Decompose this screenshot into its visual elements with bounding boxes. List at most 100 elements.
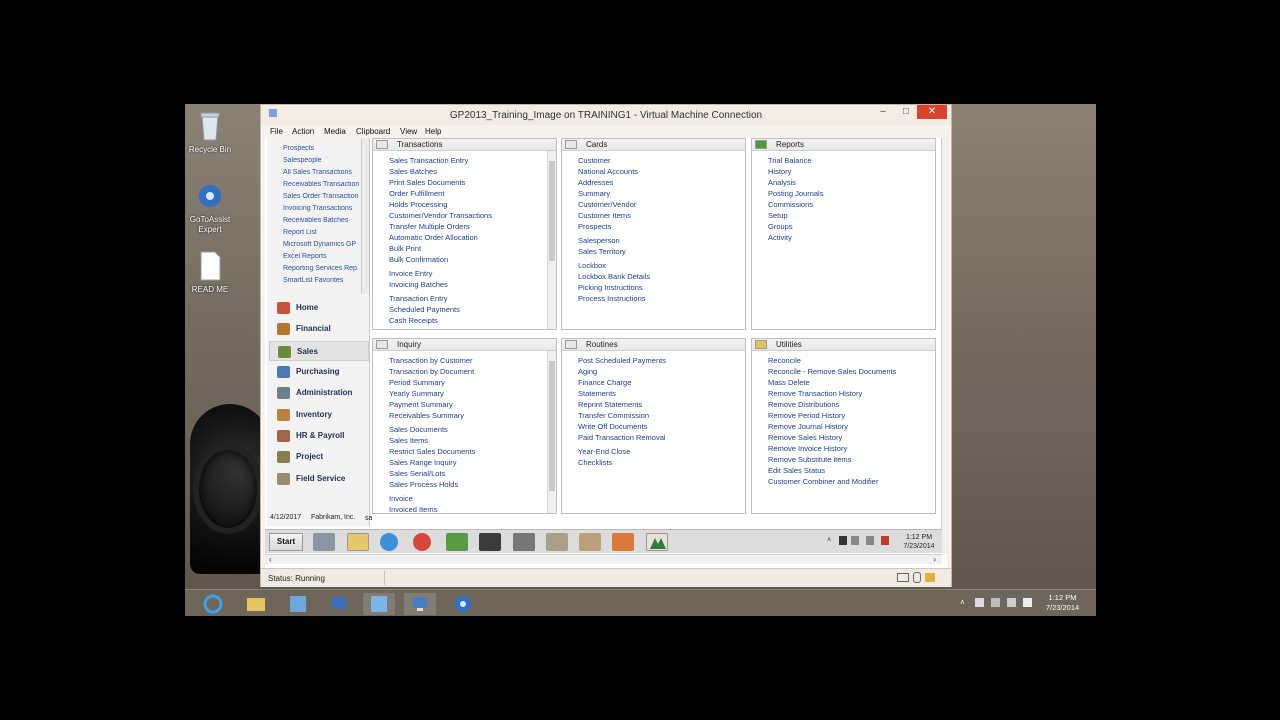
nav-section-purchasing[interactable]: Purchasing: [269, 362, 369, 382]
link-statements[interactable]: Statements: [578, 389, 616, 398]
maximize-button[interactable]: □: [896, 105, 916, 119]
link-sales-serial-lots[interactable]: Sales Serial/Lots: [389, 469, 445, 478]
link-year-end-close[interactable]: Year-End Close: [578, 447, 630, 456]
link-cash-receipts[interactable]: Cash Receipts: [389, 316, 438, 325]
nav-link-all-sales-transactions[interactable]: All Sales Transactions: [283, 169, 361, 176]
panel-inquiry-scrollbar[interactable]: [547, 351, 556, 513]
nav-link-receivables-batches[interactable]: Receivables Batches: [283, 217, 361, 224]
link-sales-documents[interactable]: Sales Documents: [389, 425, 448, 434]
link-restrict-sales-documents[interactable]: Restrict Sales Documents: [389, 447, 475, 456]
nav-section-sales[interactable]: Sales: [269, 341, 369, 361]
file-explorer-icon[interactable]: [240, 593, 272, 615]
link-posting-journals[interactable]: Posting Journals: [768, 189, 823, 198]
link-scheduled-payments[interactable]: Scheduled Payments: [389, 305, 460, 314]
link-transfer-multiple-orders[interactable]: Transfer Multiple Orders: [389, 222, 470, 231]
link-invoice[interactable]: Invoice: [389, 494, 413, 503]
nav-link-reporting-services[interactable]: Reporting Services Rep.: [283, 265, 361, 272]
link-sales-items[interactable]: Sales Items: [389, 436, 428, 445]
link-bulk-confirmation[interactable]: Bulk Confirmation: [389, 255, 448, 264]
link-remove-distributions[interactable]: Remove Distributions: [768, 400, 839, 409]
link-activity[interactable]: Activity: [768, 233, 792, 242]
link-receivables-summary[interactable]: Receivables Summary: [389, 411, 464, 420]
link-lockbox[interactable]: Lockbox: [578, 261, 606, 270]
link-payment-summary[interactable]: Payment Summary: [389, 400, 453, 409]
nav-section-home[interactable]: Home: [269, 298, 369, 318]
alert-icon[interactable]: [881, 536, 889, 545]
link-sales-range-inquiry[interactable]: Sales Range Inquiry: [389, 458, 457, 467]
chevron-up-icon[interactable]: ˄: [827, 537, 831, 544]
link-sales-transaction-entry[interactable]: Sales Transaction Entry: [389, 156, 468, 165]
link-sales-batches[interactable]: Sales Batches: [389, 167, 437, 176]
link-commissions[interactable]: Commissions: [768, 200, 813, 209]
link-remove-transaction-history[interactable]: Remove Transaction History: [768, 389, 862, 398]
link-paid-transaction-removal[interactable]: Paid Transaction Removal: [578, 433, 666, 442]
link-automatic-order-allocation[interactable]: Automatic Order Allocation: [389, 233, 478, 242]
link-sales-territory[interactable]: Sales Territory: [578, 247, 626, 256]
link-finance-charge[interactable]: Finance Charge: [578, 378, 631, 387]
link-write-off-documents[interactable]: Write Off Documents: [578, 422, 647, 431]
guest-clock[interactable]: 1:12 PM 7/23/2014: [901, 533, 937, 551]
desktop-icon-gotoassist[interactable]: GoToAssist Expert: [185, 180, 241, 235]
file-explorer-icon[interactable]: [347, 533, 369, 551]
menu-help[interactable]: Help: [425, 127, 441, 136]
link-holds-processing[interactable]: Holds Processing: [389, 200, 447, 209]
link-edit-sales-status[interactable]: Edit Sales Status: [768, 466, 825, 475]
link-yearly-summary[interactable]: Yearly Summary: [389, 389, 444, 398]
scroll-thumb[interactable]: [549, 361, 555, 491]
start-button[interactable]: Start: [269, 533, 303, 551]
nav-section-field-service[interactable]: Field Service: [269, 469, 369, 489]
link-bulk-print[interactable]: Bulk Print: [389, 244, 421, 253]
link-transfer-commission[interactable]: Transfer Commission: [578, 411, 649, 420]
flag-icon[interactable]: [851, 536, 859, 545]
internet-explorer-icon[interactable]: [380, 533, 398, 551]
link-picking-instructions[interactable]: Picking Instructions: [578, 283, 643, 292]
link-customer-items[interactable]: Customer Items: [578, 211, 631, 220]
desktop-icon-recycle-bin[interactable]: Recycle Bin: [185, 110, 241, 155]
link-addresses[interactable]: Addresses: [578, 178, 613, 187]
link-transaction-entry[interactable]: Transaction Entry: [389, 294, 448, 303]
show-hidden-icons-icon[interactable]: ˄: [960, 598, 965, 607]
link-national-accounts[interactable]: National Accounts: [578, 167, 638, 176]
link-mass-delete[interactable]: Mass Delete: [768, 378, 810, 387]
server-manager-icon[interactable]: [313, 533, 335, 551]
menu-clipboard[interactable]: Clipboard: [356, 127, 390, 136]
nav-section-project[interactable]: Project: [269, 447, 369, 467]
scroll-right-icon[interactable]: ›: [933, 555, 936, 564]
network-map-icon[interactable]: [282, 593, 314, 615]
nav-link-receivables-transaction[interactable]: Receivables Transaction: [283, 181, 361, 188]
link-aging[interactable]: Aging: [578, 367, 597, 376]
guest-horizontal-scrollbar[interactable]: ‹ ›: [265, 554, 942, 564]
nav-section-administration[interactable]: Administration: [269, 383, 369, 403]
link-reprint-statements[interactable]: Reprint Statements: [578, 400, 642, 409]
link-prospects[interactable]: Prospects: [578, 222, 611, 231]
nav-section-hr-payroll[interactable]: HR & Payroll: [269, 426, 369, 446]
menu-view[interactable]: View: [400, 127, 417, 136]
close-button[interactable]: ✕: [917, 105, 947, 119]
link-setup[interactable]: Setup: [768, 211, 788, 220]
link-invoice-entry[interactable]: Invoice Entry: [389, 269, 432, 278]
network-tray-icon[interactable]: [866, 536, 874, 545]
link-summary[interactable]: Summary: [578, 189, 610, 198]
link-process-instructions[interactable]: Process Instructions: [578, 294, 646, 303]
menu-file[interactable]: File: [270, 127, 283, 136]
speaker-icon[interactable]: [1023, 598, 1032, 607]
network-icon[interactable]: [513, 533, 535, 551]
nav-link-salespeople[interactable]: Salespeople: [283, 157, 361, 164]
link-transaction-by-document[interactable]: Transaction by Document: [389, 367, 474, 376]
link-history[interactable]: History: [768, 167, 791, 176]
scroll-thumb[interactable]: [549, 161, 555, 261]
report-icon[interactable]: [546, 533, 568, 551]
company-name[interactable]: Fabrikam, Inc.: [311, 514, 355, 521]
link-customer-combiner-and-modifier[interactable]: Customer Combiner and Modifier: [768, 477, 878, 486]
link-analysis[interactable]: Analysis: [768, 178, 796, 187]
vm-connection-icon[interactable]: [404, 593, 436, 615]
nav-list-scrollbar[interactable]: [361, 138, 369, 294]
minimize-button[interactable]: –: [873, 105, 893, 119]
link-remove-invoice-history[interactable]: Remove Invoice History: [768, 444, 847, 453]
nav-link-prospects[interactable]: Prospects: [283, 145, 361, 152]
menu-action[interactable]: Action: [292, 127, 314, 136]
nav-link-microsoft-dynamics-gp[interactable]: Microsoft Dynamics GP: [283, 241, 361, 248]
speaker-icon[interactable]: [839, 536, 847, 545]
chrome-icon[interactable]: [413, 533, 431, 551]
network-tray-icon[interactable]: [1007, 598, 1016, 607]
